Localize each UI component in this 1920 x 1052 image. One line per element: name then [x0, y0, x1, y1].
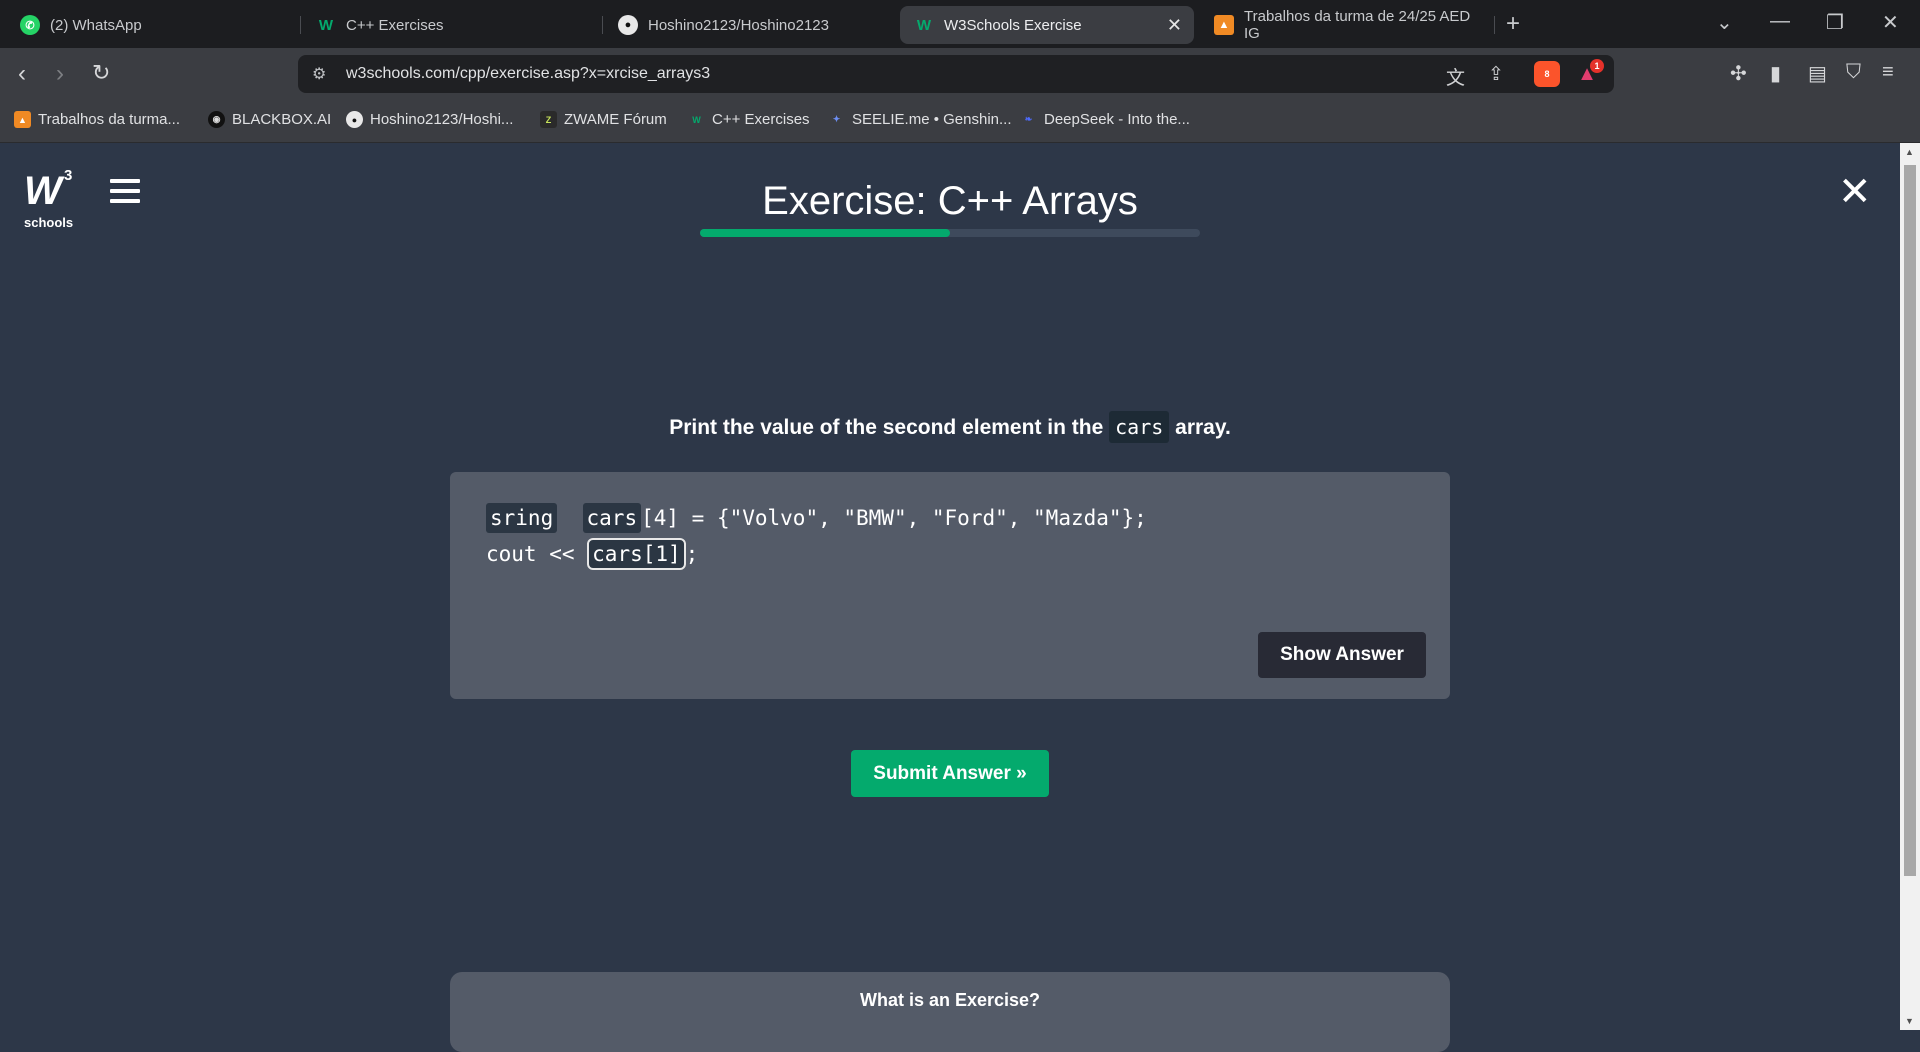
wallet-icon[interactable]: ▤ [1808, 61, 1827, 86]
classroom-icon: ▲ [1214, 15, 1234, 35]
what-is-exercise-card[interactable]: What is an Exercise? [450, 972, 1450, 1052]
question-code: cars [1109, 411, 1170, 443]
zwame-icon: Z [540, 111, 557, 128]
bookmark-cpp-exercises[interactable]: W C++ Exercises [688, 111, 810, 128]
w3schools-icon: W [318, 16, 334, 34]
github-icon: ● [618, 15, 638, 35]
url-text: w3schools.com/cpp/exercise.asp?x=xrcise_… [346, 65, 711, 82]
hamburger-menu-icon[interactable] [110, 179, 140, 209]
progress-bar [700, 229, 1200, 237]
bookmark-zwame[interactable]: Z ZWAME Fórum [540, 111, 667, 128]
minimize-icon[interactable]: — [1770, 10, 1790, 33]
tab-label: (2) WhatsApp [50, 16, 142, 34]
logo-superscript: 3 [64, 167, 73, 184]
bookmark-blackbox[interactable]: ◉ BLACKBOX.AI [208, 111, 331, 128]
code-var-token: cars [582, 503, 642, 533]
info-card-title: What is an Exercise? [859, 990, 1041, 1010]
page-scrollbar[interactable]: ▲ ▼ [1900, 143, 1920, 1030]
classroom-icon: ▲ [14, 111, 31, 128]
exercise-question: Print the value of the second element in… [400, 411, 1500, 443]
code-type-token: sring [486, 503, 558, 533]
blackbox-icon: ◉ [208, 111, 225, 128]
code-line-1-rest: [4] = {"Volvo", "BMW", "Ford", "Mazda"}; [641, 506, 1147, 530]
tab-whatsapp[interactable]: ✆ (2) WhatsApp [6, 6, 296, 44]
tab-label: W3Schools Exercise [944, 16, 1082, 34]
logo-text: schools [24, 215, 74, 230]
sidebar-icon[interactable]: ▮ [1770, 61, 1781, 86]
bookmark-label: ZWAME Fórum [564, 111, 667, 128]
w3schools-logo-mark: W [24, 169, 62, 213]
bookmark-classroom[interactable]: ▲ Trabalhos da turma... [14, 111, 180, 128]
whatsapp-icon: ✆ [20, 15, 40, 35]
site-settings-icon[interactable]: ⚙ [312, 64, 326, 84]
close-exercise-icon[interactable]: ✕ [1838, 169, 1872, 215]
brave-badge-count: 8 [1544, 69, 1550, 79]
tab-classroom[interactable]: ▲ Trabalhos da turma de 24/25 AED IG [1200, 6, 1490, 44]
reload-icon[interactable]: ↻ [92, 60, 110, 86]
tab-w3schools-exercise[interactable]: W W3Schools Exercise ✕ [900, 6, 1194, 44]
bookmarks-bar: ▲ Trabalhos da turma... ◉ BLACKBOX.AI ● … [0, 100, 1920, 143]
tab-cpp-exercises[interactable]: W C++ Exercises [302, 6, 598, 44]
brave-shields-icon[interactable]: 8 [1534, 61, 1560, 87]
translate-icon[interactable]: 文 [1446, 63, 1465, 90]
seelie-icon: ✦ [832, 114, 841, 124]
bookmark-label: C++ Exercises [712, 111, 810, 128]
bookmark-deepseek[interactable]: ❧ DeepSeek - Into the... [1020, 111, 1190, 128]
progress-fill [700, 229, 950, 237]
deepseek-icon: ❧ [1024, 114, 1033, 124]
bookmark-github[interactable]: ● Hoshino2123/Hoshi... [346, 111, 513, 128]
code-line-2: cout << cars[1]; [486, 538, 699, 570]
browser-toolbar: ‹ › ↻ ⚙ w3schools.com/cpp/exercise.asp?x… [0, 48, 1920, 100]
vpn-icon[interactable]: ⛉ [1846, 61, 1861, 84]
page-title: Exercise: C++ Arrays [762, 179, 1138, 223]
tab-label: Hoshino2123/Hoshino2123 [648, 16, 829, 34]
address-bar[interactable]: ⚙ w3schools.com/cpp/exercise.asp?x=xrcis… [298, 55, 1614, 93]
w3schools-logo[interactable]: W 3 schools [24, 167, 73, 230]
scroll-up-icon[interactable]: ▲ [1905, 147, 1914, 157]
alert-badge-count: 1 [1590, 59, 1604, 73]
close-window-icon[interactable]: ✕ [1882, 10, 1899, 35]
new-tab-button[interactable]: + [1506, 10, 1520, 38]
scroll-down-icon[interactable]: ▼ [1905, 1016, 1914, 1026]
bookmark-label: BLACKBOX.AI [232, 111, 332, 128]
question-text-before: Print the value of the second element in… [669, 416, 1104, 439]
scrollbar-thumb[interactable] [1904, 165, 1916, 876]
code-panel: sring cars [4] = {"Volvo", "BMW", "Ford",… [450, 472, 1450, 699]
code-line-2-prefix: cout << [486, 542, 588, 566]
bookmark-seelie[interactable]: ✦ SEELIE.me • Genshin... [828, 111, 1012, 128]
menu-icon[interactable]: ≡ [1882, 61, 1894, 84]
code-line-2-suffix: ; [685, 542, 699, 566]
extensions-icon[interactable]: ✣ [1730, 61, 1747, 86]
bookmark-label: DeepSeek - Into the... [1044, 111, 1190, 128]
answer-input[interactable]: cars[1] [587, 538, 686, 570]
tab-label: C++ Exercises [346, 16, 444, 34]
bookmark-label: Trabalhos da turma... [38, 111, 181, 128]
restore-icon[interactable]: ❐ [1826, 10, 1844, 35]
w3schools-icon: W [916, 16, 932, 34]
brave-rewards-icon[interactable]: ▲ 1 [1574, 59, 1604, 87]
tab-label: Trabalhos da turma de 24/25 AED IG [1244, 8, 1471, 42]
share-icon[interactable]: ⇪ [1488, 63, 1504, 86]
submit-answer-button[interactable]: Submit Answer » [851, 750, 1049, 797]
back-icon[interactable]: ‹ [18, 60, 26, 88]
exercise-page: W 3 schools Exercise: C++ Arrays ✕ Print… [0, 143, 1900, 1052]
browser-tab-strip: ✆ (2) WhatsApp W C++ Exercises ● Hoshino… [0, 0, 1920, 48]
forward-icon[interactable]: › [56, 60, 64, 88]
tab-list-chevron-icon[interactable]: ⌄ [1716, 10, 1733, 35]
tab-github[interactable]: ● Hoshino2123/Hoshino2123 [604, 6, 894, 44]
bookmark-label: SEELIE.me • Genshin... [852, 111, 1012, 128]
show-answer-button[interactable]: Show Answer [1258, 632, 1426, 678]
question-text-after: array. [1175, 416, 1231, 439]
bookmark-label: Hoshino2123/Hoshi... [370, 111, 514, 128]
close-tab-icon[interactable]: ✕ [1167, 15, 1182, 36]
github-icon: ● [346, 111, 363, 128]
code-line-1: sring cars [4] = {"Volvo", "BMW", "Ford",… [486, 503, 1147, 533]
w3schools-icon: W [692, 114, 701, 125]
